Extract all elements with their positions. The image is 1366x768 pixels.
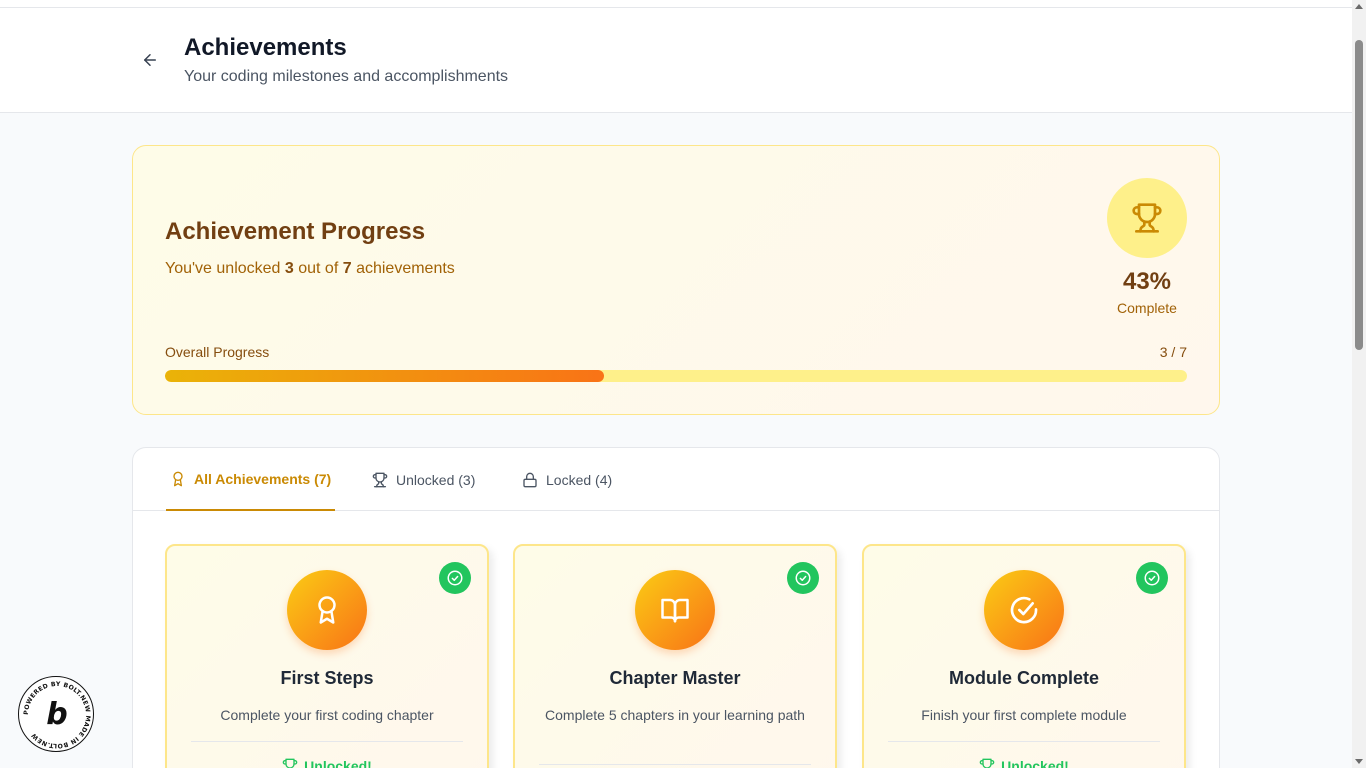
summary-suffix: achievements bbox=[351, 260, 455, 277]
trophy-icon bbox=[372, 472, 388, 487]
achievement-status: Unlocked! bbox=[167, 758, 487, 768]
achievement-icon bbox=[984, 570, 1064, 650]
trophy-icon bbox=[282, 758, 298, 768]
status-label: Unlocked! bbox=[304, 758, 372, 768]
circle-check-icon bbox=[1144, 570, 1160, 586]
summary-prefix: You've unlocked bbox=[165, 260, 285, 277]
unlocked-count: 3 bbox=[284, 260, 294, 277]
tab-bar: All Achievements (7) Unlocked (3) Locked… bbox=[133, 448, 1219, 511]
unlocked-check-badge bbox=[1136, 562, 1168, 594]
unlocked-check-badge bbox=[439, 562, 471, 594]
achievement-title: First Steps bbox=[280, 668, 374, 688]
achievement-card-first-steps[interactable]: First Steps Complete your first coding c… bbox=[165, 544, 489, 768]
tab-unlocked[interactable]: Unlocked (3) bbox=[368, 448, 479, 511]
bolt-badge[interactable]: POWERED BY BOLT.NEW MADE IN BOLT.NEW b bbox=[18, 676, 94, 752]
total-count: 7 bbox=[342, 260, 352, 277]
lock-icon bbox=[523, 472, 537, 487]
page-header: Achievements Your coding milestones and … bbox=[0, 8, 1352, 113]
svg-text:b: b bbox=[46, 697, 67, 732]
summary-middle: out of bbox=[293, 260, 343, 277]
achievement-card-module-complete[interactable]: Module Complete Finish your first comple… bbox=[862, 544, 1186, 768]
progress-bar-fill bbox=[165, 370, 605, 382]
percent-complete: 43% bbox=[1122, 268, 1172, 295]
achievement-icon bbox=[635, 570, 715, 650]
circle-check-icon bbox=[1010, 596, 1038, 624]
scroll-up-arrow-icon[interactable] bbox=[1355, 4, 1363, 9]
page-subtitle: Your coding milestones and accomplishmen… bbox=[184, 68, 509, 85]
award-icon bbox=[318, 596, 336, 624]
achievement-description: Complete your first coding chapter bbox=[220, 707, 434, 723]
trophy-badge bbox=[1107, 178, 1187, 258]
divider bbox=[191, 741, 463, 742]
arrow-left-icon bbox=[144, 54, 156, 66]
trophy-icon bbox=[1132, 203, 1162, 233]
tab-all-achievements[interactable]: All Achievements (7) bbox=[166, 448, 336, 511]
tab-locked[interactable]: Locked (4) bbox=[518, 448, 616, 511]
back-button[interactable] bbox=[136, 48, 164, 72]
achievement-title: Chapter Master bbox=[609, 668, 741, 688]
overall-progress-label: Overall Progress bbox=[165, 344, 270, 360]
achievement-progress-card: Achievement Progress You've unlocked 3 o… bbox=[132, 145, 1220, 415]
status-label: Unlocked! bbox=[1001, 758, 1069, 768]
tab-label: All Achievements (7) bbox=[194, 470, 332, 487]
progress-summary: You've unlocked 3 out of 7 achievements bbox=[165, 260, 455, 278]
progress-title: Achievement Progress bbox=[165, 218, 426, 245]
tab-label: Unlocked (3) bbox=[396, 471, 476, 488]
achievement-status: Unlocked! bbox=[864, 758, 1184, 768]
trophy-icon bbox=[979, 758, 995, 768]
percent-label: Complete bbox=[1117, 300, 1177, 316]
page-title: Achievements bbox=[184, 34, 347, 61]
achievements-panel: All Achievements (7) Unlocked (3) Locked… bbox=[132, 447, 1220, 768]
book-open-icon bbox=[661, 598, 689, 623]
bolt-logo: POWERED BY BOLT.NEW MADE IN BOLT.NEW b bbox=[23, 681, 91, 749]
achievement-description: Finish your first complete module bbox=[921, 707, 1127, 723]
overall-progress-count: 3 / 7 bbox=[1159, 344, 1187, 360]
scroll-down-arrow-icon[interactable] bbox=[1355, 759, 1363, 764]
circle-check-icon bbox=[795, 570, 811, 586]
achievement-icon bbox=[287, 570, 367, 650]
achievement-title: Module Complete bbox=[948, 668, 1099, 688]
unlocked-check-badge bbox=[787, 562, 819, 594]
tab-label: Locked (4) bbox=[546, 471, 613, 488]
achievement-card-chapter-master[interactable]: Chapter Master Complete 5 chapters in yo… bbox=[513, 544, 837, 768]
scrollbar-thumb[interactable] bbox=[1355, 40, 1363, 350]
circle-check-icon bbox=[447, 570, 463, 586]
divider bbox=[539, 764, 811, 765]
top-strip bbox=[0, 0, 1352, 8]
achievement-description: Complete 5 chapters in your learning pat… bbox=[545, 707, 805, 723]
divider bbox=[888, 741, 1160, 742]
vertical-scrollbar[interactable] bbox=[1352, 0, 1366, 768]
award-icon bbox=[173, 471, 183, 486]
progress-bar bbox=[165, 370, 1187, 382]
